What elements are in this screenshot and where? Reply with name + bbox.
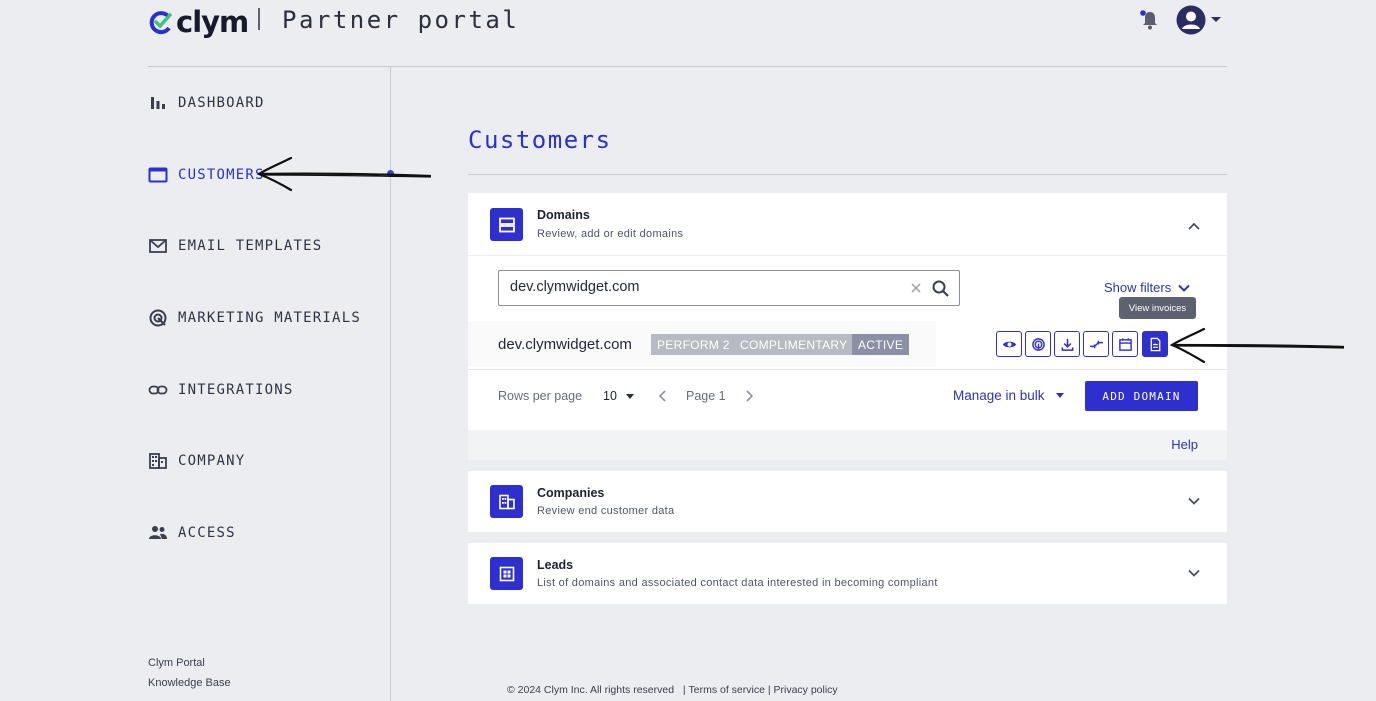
chevron-down-icon[interactable] — [1187, 566, 1201, 580]
compare-icon — [1089, 340, 1103, 348]
domains-panel: Domains Review, add or edit domains Show… — [468, 193, 1227, 460]
sidebar-indicator-dot — [387, 170, 394, 177]
sidebar-item-label: INTEGRATIONS — [178, 382, 294, 398]
caret-down-icon — [1055, 393, 1064, 398]
link-icon — [148, 385, 168, 395]
rows-per-page-select[interactable]: 10 — [603, 389, 634, 403]
sidebar-item-label: DASHBOARD — [178, 95, 265, 111]
sidebar-item-company[interactable]: COMPANY — [148, 450, 245, 472]
sidebar-item-email-templates[interactable]: EMAIL TEMPLATES — [148, 235, 322, 257]
user-menu-caret-icon[interactable] — [1211, 17, 1221, 22]
header-separator — [258, 8, 260, 30]
eye-icon — [1002, 341, 1016, 347]
companies-subtitle: Review end customer data — [537, 505, 675, 517]
previous-page-icon[interactable] — [656, 389, 670, 403]
notification-bell-icon[interactable] — [1139, 9, 1161, 31]
next-page-icon[interactable] — [742, 389, 756, 403]
chevron-up-icon[interactable] — [1187, 219, 1201, 233]
row-divider — [468, 369, 1227, 370]
title-divider — [468, 174, 1227, 175]
chevron-down-icon — [1178, 284, 1190, 292]
scan-domain-button[interactable] — [1025, 331, 1051, 357]
plan-badge: PERFORM 2 — [651, 334, 736, 355]
annotation-arrow-customers — [256, 156, 432, 192]
bar-chart-icon — [151, 97, 165, 109]
companies-title: Companies — [537, 486, 605, 500]
header-divider — [148, 66, 1227, 67]
knowledge-base-link[interactable]: Knowledge Base — [148, 677, 231, 689]
add-domain-button[interactable]: ADD DOMAIN — [1085, 381, 1198, 411]
sidebar-item-customers[interactable]: CUSTOMERS — [148, 164, 265, 186]
portal-title: Partner portal — [282, 6, 520, 34]
sidebar-item-access[interactable]: ACCESS — [148, 522, 236, 544]
status-badge: ACTIVE — [852, 334, 910, 355]
download-button[interactable] — [1054, 331, 1080, 357]
grid-icon — [499, 566, 514, 581]
caret-down-icon — [625, 393, 634, 399]
page-footer: © 2024 Clym Inc. All rights reserved | T… — [507, 684, 838, 696]
fingerprint-icon — [1031, 337, 1045, 351]
show-filters-label: Show filters — [1104, 280, 1172, 295]
manage-in-bulk-label: Manage in bulk — [953, 388, 1045, 403]
sidebar-item-label: EMAIL TEMPLATES — [178, 238, 323, 254]
server-icon — [498, 217, 515, 232]
logo-check-icon — [149, 11, 172, 35]
sidebar-item-marketing-materials[interactable]: MARKETING MATERIALS — [148, 307, 361, 329]
rows-per-page-label: Rows per page — [498, 389, 583, 403]
companies-panel-icon — [490, 485, 523, 518]
page-title: Customers — [468, 126, 612, 154]
logo-text: clym — [176, 5, 249, 39]
rows-per-page-value: 10 — [603, 389, 617, 403]
sidebar-item-label: MARKETING MATERIALS — [178, 310, 361, 326]
invoice-icon — [1150, 337, 1160, 351]
building-icon — [498, 494, 515, 509]
clym-logo[interactable]: clym — [148, 2, 249, 42]
domains-header-divider — [468, 255, 1227, 256]
footer-separator — [674, 684, 683, 696]
building-icon — [149, 453, 167, 469]
schedule-button[interactable] — [1112, 331, 1138, 357]
domain-row-name[interactable]: dev.clymwidget.com — [498, 336, 632, 353]
calendar-icon — [1118, 337, 1132, 351]
sidebar-divider — [390, 67, 391, 701]
domain-search-box[interactable] — [498, 270, 960, 306]
sidebar-item-dashboard[interactable]: DASHBOARD — [148, 92, 265, 114]
folder-icon — [148, 167, 168, 183]
domain-search-input[interactable] — [510, 279, 890, 295]
terms-of-service-link[interactable]: Terms of service — [688, 684, 764, 696]
leads-title: Leads — [537, 558, 574, 572]
page-indicator: Page 1 — [686, 389, 726, 403]
clym-portal-link[interactable]: Clym Portal — [148, 657, 205, 669]
domains-panel-icon — [490, 208, 523, 241]
download-icon — [1061, 338, 1073, 351]
compare-button[interactable] — [1083, 331, 1109, 357]
leads-panel-icon — [490, 557, 523, 590]
complimentary-badge: COMPLIMENTARY — [734, 334, 854, 355]
leads-panel[interactable]: Leads List of domains and associated con… — [468, 543, 1227, 604]
leads-subtitle: List of domains and associated contact d… — [537, 577, 938, 589]
user-avatar-icon[interactable] — [1176, 5, 1206, 35]
people-icon — [149, 526, 167, 539]
view-domain-button[interactable] — [996, 331, 1022, 357]
chevron-down-icon[interactable] — [1187, 494, 1201, 508]
clear-search-icon[interactable] — [909, 281, 923, 295]
sidebar-item-label: CUSTOMERS — [178, 167, 265, 183]
envelope-icon — [149, 239, 167, 253]
target-icon — [149, 309, 167, 327]
domains-subtitle: Review, add or edit domains — [537, 228, 684, 240]
sidebar-item-label: ACCESS — [178, 525, 236, 541]
search-icon[interactable] — [931, 279, 951, 299]
help-link[interactable]: Help — [1171, 437, 1198, 452]
help-band — [468, 430, 1227, 460]
view-invoices-tooltip: View invoices — [1119, 297, 1196, 319]
domains-title: Domains — [537, 208, 590, 222]
copyright-text: © 2024 Clym Inc. All rights reserved — [507, 684, 675, 696]
sidebar-item-label: COMPANY — [178, 453, 246, 469]
privacy-policy-link[interactable]: Privacy policy — [774, 684, 838, 696]
companies-panel[interactable]: Companies Review end customer data — [468, 471, 1227, 532]
sidebar-item-integrations[interactable]: INTEGRATIONS — [148, 379, 294, 401]
view-invoices-button[interactable] — [1142, 331, 1168, 357]
show-filters-button[interactable]: Show filters — [1104, 280, 1191, 295]
manage-in-bulk-button[interactable]: Manage in bulk — [953, 388, 1064, 403]
